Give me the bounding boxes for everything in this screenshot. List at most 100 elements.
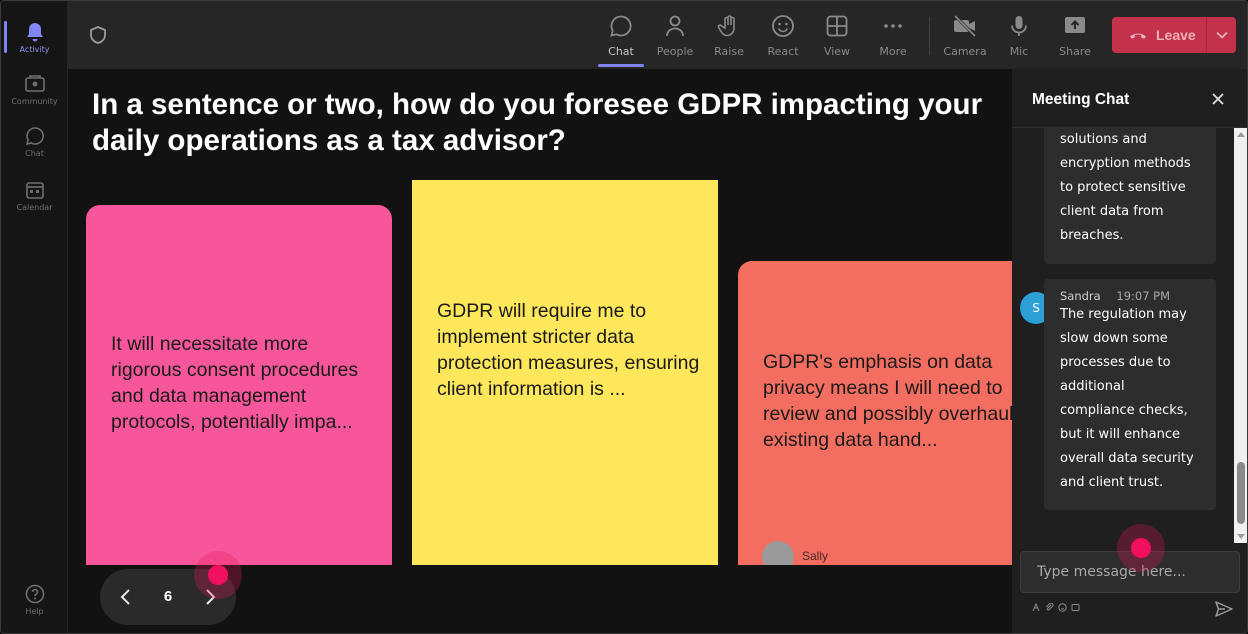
send-icon[interactable] bbox=[1214, 599, 1234, 619]
author-avatar bbox=[762, 541, 794, 565]
meeting-toolbar: Chat People Raise React View More Camera… bbox=[68, 1, 1247, 69]
response-card[interactable]: GDPR will require me to implement strict… bbox=[412, 180, 718, 565]
rail-item-community[interactable]: Community bbox=[1, 63, 68, 115]
message-line: breaches. bbox=[1060, 228, 1124, 243]
message-line: slow down some bbox=[1060, 331, 1168, 346]
leave-label: Leave bbox=[1156, 27, 1196, 43]
grid-icon bbox=[824, 13, 850, 39]
message-line: The regulation may bbox=[1060, 307, 1187, 322]
mic-icon bbox=[1006, 13, 1032, 39]
response-card[interactable]: It will necessitate more rigorous consen… bbox=[86, 205, 392, 565]
rail-item-calendar[interactable]: Calendar bbox=[1, 169, 68, 221]
chevron-left-icon[interactable] bbox=[114, 585, 138, 609]
chat-icon bbox=[24, 125, 46, 147]
react-button-label: React bbox=[767, 45, 799, 58]
camera-button[interactable]: Camera bbox=[940, 11, 990, 61]
message-line: to protect sensitive bbox=[1060, 180, 1186, 195]
rail-item-help[interactable]: Help bbox=[1, 573, 68, 625]
message-line: solutions and bbox=[1060, 132, 1147, 147]
rail-item-chat[interactable]: Chat bbox=[1, 115, 68, 167]
pointer-highlight bbox=[194, 551, 242, 599]
leave-main[interactable]: Leave bbox=[1112, 17, 1206, 53]
rail-item-label: Calendar bbox=[16, 202, 53, 212]
chat-message-list[interactable]: solutions and encryption methods to prot… bbox=[1012, 128, 1247, 543]
rail-item-label: Help bbox=[25, 606, 44, 616]
bell-icon bbox=[24, 21, 46, 43]
meeting-window: Activity Community Chat Calendar Help Ch… bbox=[0, 0, 1248, 634]
share-icon bbox=[1062, 13, 1088, 39]
more-dots-icon bbox=[880, 13, 906, 39]
response-text-line: review and possibly overhaul bbox=[763, 403, 1012, 425]
raise-hand-button[interactable]: Raise bbox=[704, 11, 754, 61]
leave-button[interactable]: Leave bbox=[1112, 17, 1236, 53]
close-icon[interactable] bbox=[1208, 89, 1228, 109]
share-button-label: Share bbox=[1059, 45, 1091, 58]
attach-icon[interactable] bbox=[1045, 603, 1054, 612]
message-line: encryption methods bbox=[1060, 156, 1191, 171]
view-button-label: View bbox=[823, 45, 851, 58]
shared-content-stage: In a sentence or two, how do you foresee… bbox=[68, 69, 1012, 633]
chat-panel-title: Meeting Chat bbox=[1032, 91, 1130, 108]
scrollbar-thumb[interactable] bbox=[1237, 462, 1245, 524]
gif-icon[interactable] bbox=[1071, 603, 1080, 612]
people-icon bbox=[662, 13, 688, 39]
app-rail: Activity Community Chat Calendar Help bbox=[1, 1, 68, 633]
leave-options-caret[interactable] bbox=[1206, 17, 1236, 53]
toolbar-divider bbox=[929, 17, 930, 55]
message-body: solutions and encryption methods to prot… bbox=[1044, 128, 1216, 248]
message-timestamp: 19:07 PM bbox=[1116, 289, 1171, 303]
chat-button-label: Chat bbox=[608, 45, 634, 58]
people-button[interactable]: People bbox=[650, 11, 700, 61]
message-line: additional bbox=[1060, 379, 1125, 394]
response-text: GDPR's emphasis on data privacy means I … bbox=[763, 349, 1012, 453]
message-line: compliance checks, bbox=[1060, 403, 1188, 418]
react-button[interactable]: React bbox=[758, 11, 808, 61]
rail-item-activity[interactable]: Activity bbox=[1, 11, 68, 63]
message-line: client data from bbox=[1060, 204, 1164, 219]
view-button[interactable]: View bbox=[812, 11, 862, 61]
shield-icon bbox=[88, 25, 108, 45]
response-text-line: existing data hand... bbox=[763, 429, 938, 451]
help-icon bbox=[24, 583, 46, 605]
message-line: and client trust. bbox=[1060, 475, 1164, 490]
camera-off-icon bbox=[952, 13, 978, 39]
compose-tools bbox=[1032, 603, 1080, 615]
chat-button[interactable]: Chat bbox=[596, 11, 646, 67]
response-text: It will necessitate more rigorous consen… bbox=[111, 333, 359, 433]
response-card[interactable]: GDPR's emphasis on data privacy means I … bbox=[738, 261, 1012, 565]
message-line: overall data security bbox=[1060, 451, 1194, 466]
chevron-down-icon bbox=[1215, 26, 1228, 44]
raise-hand-label: Raise bbox=[714, 45, 744, 58]
scroll-up-arrow-icon[interactable] bbox=[1237, 132, 1245, 137]
calendar-icon bbox=[24, 179, 46, 201]
response-text: GDPR will require me to implement strict… bbox=[437, 300, 700, 400]
scroll-down-arrow-icon[interactable] bbox=[1237, 534, 1245, 539]
camera-button-label: Camera bbox=[943, 45, 987, 58]
message-line: processes due to bbox=[1060, 355, 1171, 370]
more-button-label: More bbox=[879, 45, 907, 58]
chat-message: solutions and encryption methods to prot… bbox=[1044, 128, 1216, 264]
rail-item-label: Chat bbox=[25, 148, 44, 158]
community-icon bbox=[24, 73, 46, 95]
rail-item-label: Activity bbox=[19, 44, 50, 54]
format-icon[interactable] bbox=[1032, 603, 1041, 612]
author-name: Sally bbox=[802, 549, 829, 563]
response-text-line: privacy means I will need to bbox=[763, 377, 1003, 399]
chat-message: Sandra 19:07 PM The regulation may slow … bbox=[1044, 279, 1216, 510]
message-line: but it will enhance bbox=[1060, 427, 1180, 442]
share-button[interactable]: Share bbox=[1050, 11, 1100, 61]
sender-name: Sandra bbox=[1060, 289, 1101, 303]
meeting-chat-panel: Meeting Chat solutions and encryption me… bbox=[1012, 69, 1247, 633]
hand-icon bbox=[716, 13, 742, 39]
message-meta: Sandra 19:07 PM bbox=[1044, 279, 1216, 303]
mic-button[interactable]: Mic bbox=[994, 11, 1044, 61]
chat-icon bbox=[608, 13, 634, 39]
emoji-icon[interactable] bbox=[1058, 603, 1067, 612]
mic-button-label: Mic bbox=[1009, 45, 1029, 58]
question-title: In a sentence or two, how do you foresee… bbox=[92, 88, 983, 157]
more-button[interactable]: More bbox=[868, 11, 918, 61]
people-button-label: People bbox=[656, 45, 694, 58]
message-body: The regulation may slow down some proces… bbox=[1044, 303, 1216, 495]
chat-scrollbar[interactable] bbox=[1234, 128, 1247, 543]
page-number: 6 bbox=[163, 588, 173, 605]
